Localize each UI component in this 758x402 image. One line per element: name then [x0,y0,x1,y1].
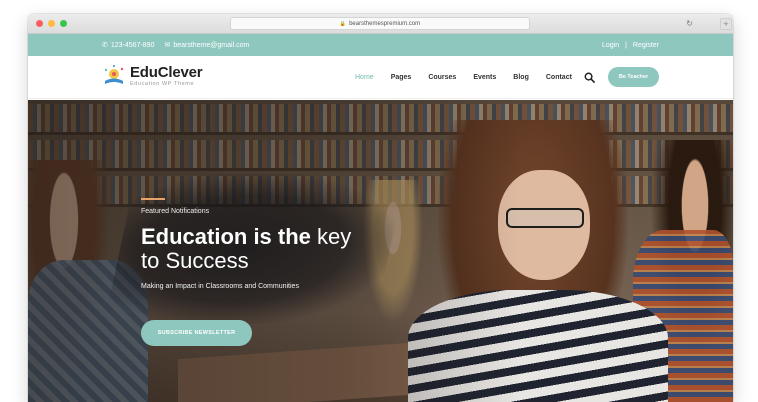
headline-bold: Education is the [141,224,311,249]
site-logo[interactable]: EduClever Education WP Theme [102,64,203,88]
logo-text: EduClever Education WP Theme [130,64,203,87]
new-tab-button[interactable]: + [720,18,732,30]
login-link[interactable]: Login [602,42,619,49]
email-address: bearstheme@gmail.com [173,41,250,49]
top-info-bar: ✆ 123-4567-890 ✉ bearstheme@gmail.com Lo… [28,34,733,56]
headline-line2: to Success [141,248,249,273]
phone-number: 123-4567-890 [110,41,155,49]
nav-item-events[interactable]: Events [473,74,496,81]
headline-light: key [317,224,352,249]
contact-info: ✆ 123-4567-890 ✉ bearstheme@gmail.com [102,34,249,56]
logo-icon [104,65,124,84]
nav-item-blog[interactable]: Blog [513,74,529,81]
maximize-window-button[interactable] [60,20,67,27]
phone-item[interactable]: ✆ 123-4567-890 [102,41,155,50]
browser-window: 🔒 bearsthemespremium.com ↻ ✆ 123-4567-89… [28,14,733,402]
nav-item-home[interactable]: Home [355,74,374,81]
address-bar[interactable]: 🔒 bearsthemespremium.com [230,17,530,30]
be-teacher-button[interactable]: Be Teacher [608,67,659,87]
close-window-button[interactable] [36,20,43,27]
hero-subline: Making an Impact in Classrooms and Commu… [141,283,299,290]
search-icon[interactable] [584,72,595,83]
lock-icon: 🔒 [339,20,347,27]
accent-line [141,198,165,200]
auth-separator: | [625,41,627,49]
address-text: bearsthemespremium.com [349,20,421,27]
nav-item-pages[interactable]: Pages [391,74,412,81]
subscribe-newsletter-button[interactable]: SUBSCRIBE NEWSLETTER [141,320,252,346]
hero-banner: Featured Notifications Education is the … [28,100,733,402]
mail-icon: ✉ [164,42,171,49]
register-link[interactable]: Register [633,42,659,49]
nav-item-contact[interactable]: Contact [546,74,572,81]
window-controls [36,20,67,27]
brand-name: EduClever [130,64,203,81]
auth-links: Login | Register [602,34,659,56]
phone-icon: ✆ [102,42,108,49]
browser-titlebar: 🔒 bearsthemespremium.com ↻ [28,14,733,34]
hero-headline: Education is the key to Success [141,225,351,273]
hero-content: Featured Notifications Education is the … [141,198,351,290]
brand-tagline: Education WP Theme [130,81,195,87]
minimize-window-button[interactable] [48,20,55,27]
hero-kicker: Featured Notifications [141,208,210,215]
main-navbar: EduClever Education WP Theme Home Pages … [28,56,733,99]
nav-item-courses[interactable]: Courses [428,74,456,81]
email-item[interactable]: ✉ bearstheme@gmail.com [164,41,250,50]
reload-icon[interactable]: ↻ [686,17,693,30]
primary-menu: Home Pages Courses Events Blog Contact [355,56,589,99]
